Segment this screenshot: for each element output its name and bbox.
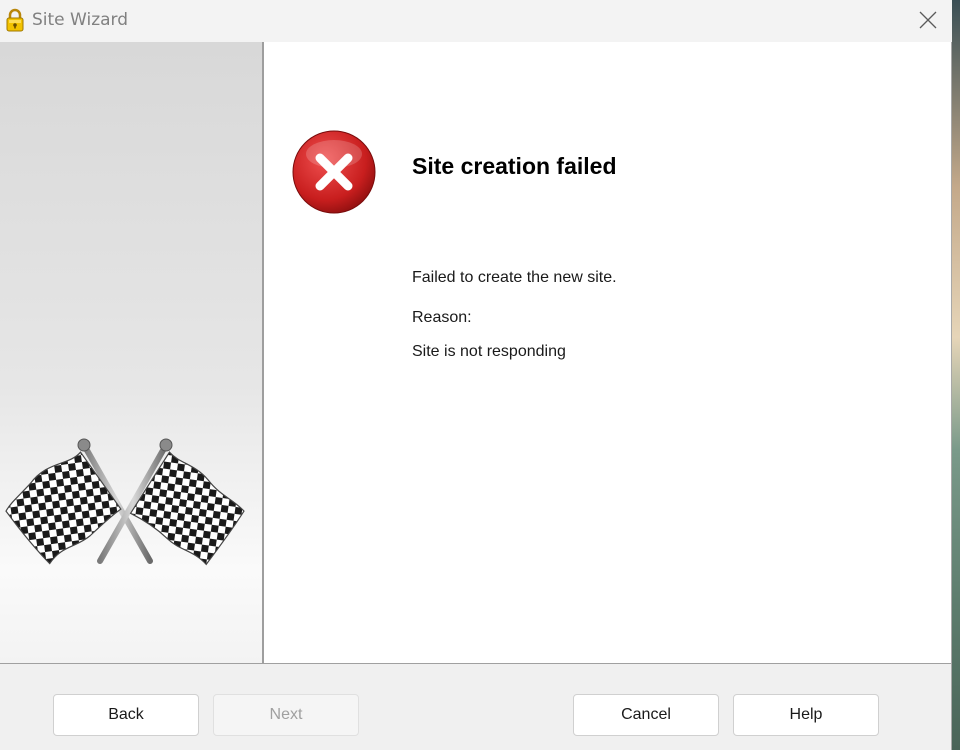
checkered-flags-icon bbox=[5, 438, 245, 566]
error-icon bbox=[292, 130, 376, 214]
side-panel-divider bbox=[262, 42, 264, 663]
reason-text: Site is not responding bbox=[412, 343, 566, 360]
site-wizard-dialog: Site Wizard Site creation failed Failed … bbox=[0, 0, 952, 750]
close-icon bbox=[919, 11, 937, 29]
title-bar[interactable]: Site Wizard bbox=[0, 0, 952, 42]
close-button[interactable] bbox=[905, 0, 951, 40]
wizard-content: Site creation failed Failed to create th… bbox=[0, 42, 951, 663]
reason-label: Reason: bbox=[412, 309, 472, 326]
window-title: Site Wizard bbox=[32, 10, 129, 30]
failure-message: Failed to create the new site. bbox=[412, 269, 617, 286]
help-button[interactable]: Help bbox=[733, 694, 879, 736]
padlock-icon bbox=[6, 8, 24, 32]
result-heading: Site creation failed bbox=[412, 153, 617, 179]
cancel-button[interactable]: Cancel bbox=[573, 694, 719, 736]
desktop-background bbox=[952, 0, 960, 750]
next-button[interactable]: Next bbox=[213, 694, 359, 736]
wizard-side-panel bbox=[0, 42, 262, 663]
button-bar-separator bbox=[0, 663, 951, 664]
back-button[interactable]: Back bbox=[53, 694, 199, 736]
